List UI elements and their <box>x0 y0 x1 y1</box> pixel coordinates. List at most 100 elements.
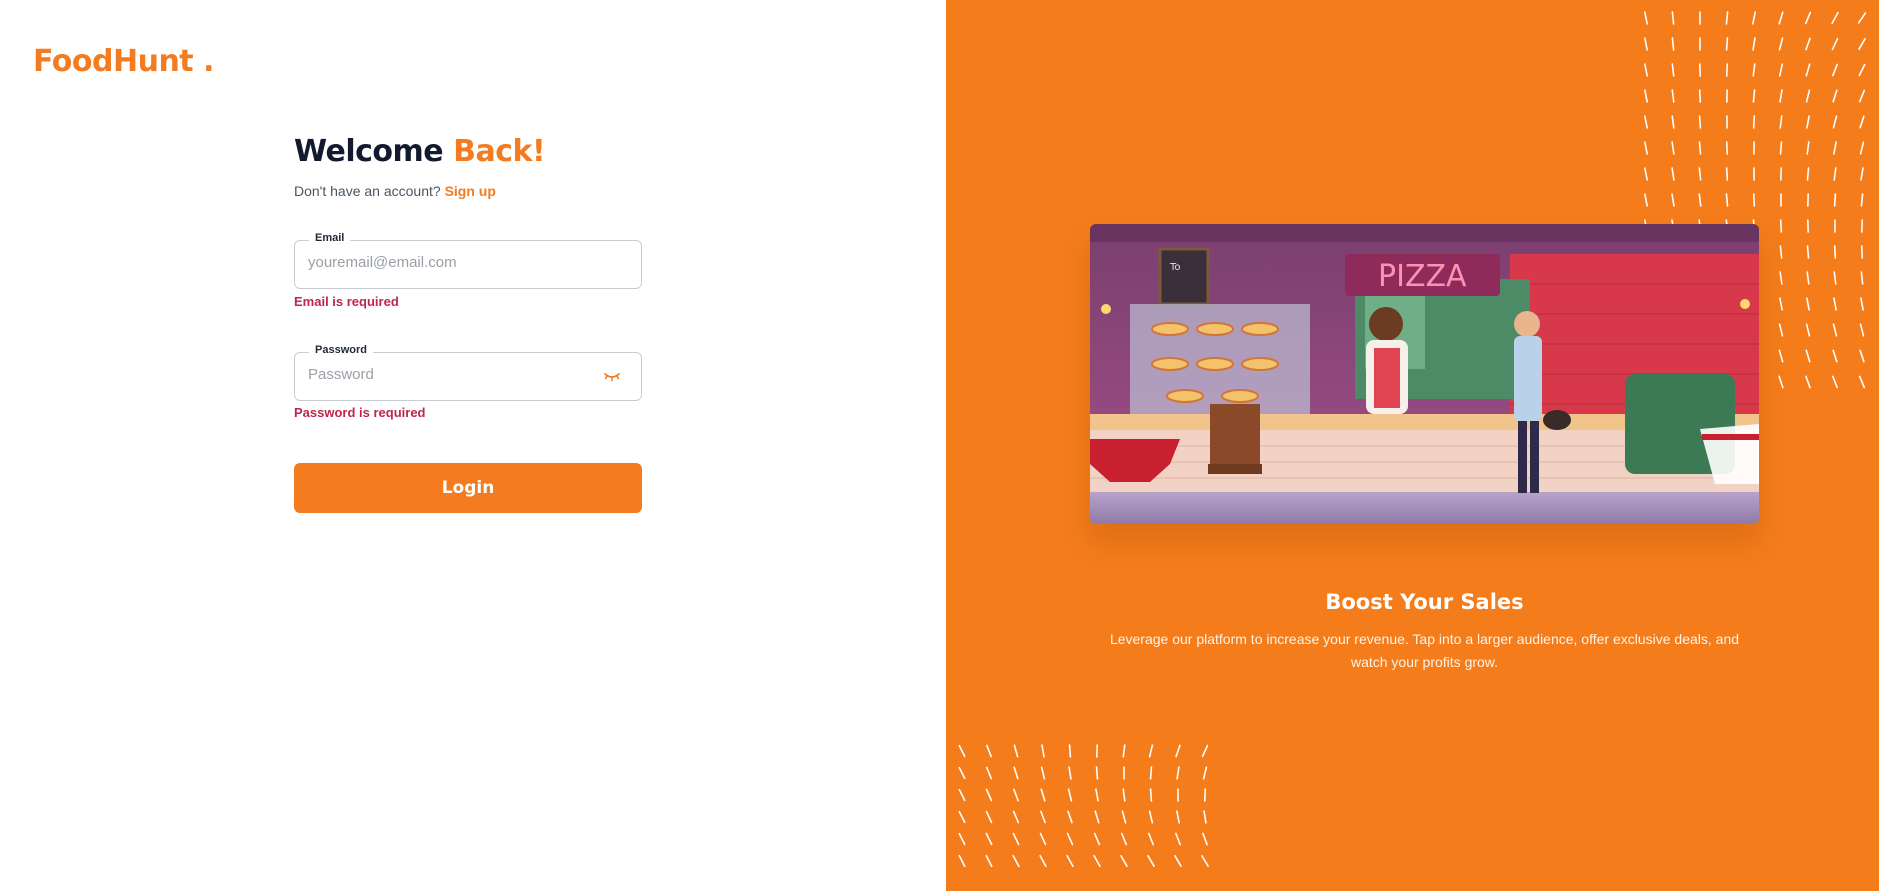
dash-mark <box>1698 89 1702 103</box>
dash-mark <box>958 832 966 846</box>
dash-mark <box>1832 89 1838 103</box>
dash-mark <box>1859 349 1865 363</box>
dash-mark <box>985 810 993 824</box>
dash-mark <box>1013 766 1019 780</box>
password-field[interactable]: Password <box>294 344 642 401</box>
dash-mark <box>1671 141 1675 155</box>
dash-mark <box>1858 63 1866 77</box>
email-label: Email <box>309 232 351 244</box>
dash-mark <box>1148 744 1154 758</box>
dash-mark <box>1147 832 1155 846</box>
dash-mark <box>1121 810 1127 824</box>
dash-mark <box>1778 323 1784 337</box>
dash-mark <box>1039 854 1047 868</box>
dash-mark <box>958 788 966 802</box>
dash-mark <box>1671 89 1675 103</box>
dash-mark <box>985 788 993 802</box>
brand-logo[interactable]: FoodHunt . <box>33 44 214 79</box>
dash-mark <box>1752 11 1756 25</box>
dash-mark <box>1779 297 1783 311</box>
dash-mark <box>1066 832 1074 846</box>
dash-mark <box>1644 193 1648 207</box>
dash-mark <box>1698 193 1702 207</box>
email-field[interactable]: Email <box>294 232 642 289</box>
dash-mark <box>1858 89 1866 103</box>
dash-mark <box>1095 788 1099 802</box>
promo-panel: To PIZZA Boost Your Sales Leverage our p… <box>946 0 1879 891</box>
login-button[interactable]: Login <box>294 463 642 513</box>
dash-mark <box>1725 63 1729 77</box>
dash-mark <box>1831 37 1839 51</box>
dash-mark <box>1778 11 1784 25</box>
dash-mark <box>1832 323 1838 337</box>
password-error: Password is required <box>294 405 426 420</box>
dash-mark <box>1806 141 1810 155</box>
dash-mark <box>1752 193 1756 207</box>
svg-text:To: To <box>1169 262 1181 273</box>
dash-mark <box>1833 141 1837 155</box>
dash-mark <box>1858 38 1866 50</box>
dash-mark <box>1095 766 1099 780</box>
dash-mark <box>1201 744 1209 758</box>
dash-mark <box>1857 12 1867 24</box>
dash-mark <box>1752 115 1756 129</box>
dash-mark <box>1040 788 1046 802</box>
title-accent: Back! <box>453 134 546 169</box>
brand-name: FoodHunt <box>33 44 194 79</box>
dash-mark <box>1833 245 1837 259</box>
signup-prompt: Don't have an account? <box>294 183 441 199</box>
dash-mark <box>1805 63 1811 77</box>
dash-mark <box>1725 193 1729 207</box>
dash-mark <box>1805 349 1811 363</box>
dash-mark <box>1805 89 1811 103</box>
eye-closed-icon[interactable] <box>603 369 621 383</box>
dash-mark <box>1120 854 1128 868</box>
signup-link[interactable]: Sign up <box>445 183 496 199</box>
dash-mark <box>1671 193 1675 207</box>
email-input[interactable] <box>308 254 588 271</box>
dash-mark <box>1175 744 1181 758</box>
dash-mark <box>1779 89 1783 103</box>
dash-mark <box>1093 832 1101 846</box>
dash-mark <box>1725 37 1729 51</box>
dash-mark <box>1725 167 1729 181</box>
dash-mark <box>1806 271 1810 285</box>
brand-dot: . <box>203 44 214 79</box>
dash-mark <box>1725 11 1729 25</box>
dash-mark <box>1833 193 1837 207</box>
dash-mark <box>1779 219 1783 233</box>
dash-mark <box>1671 167 1675 181</box>
dash-mark <box>1013 744 1019 758</box>
dash-mark <box>1778 63 1784 77</box>
neon-sign-text: PIZZA <box>1378 259 1467 294</box>
dash-mark <box>1779 141 1783 155</box>
dash-pattern-decoration <box>958 744 1209 868</box>
dash-mark <box>1833 297 1837 311</box>
dash-mark <box>1859 323 1865 337</box>
password-input[interactable] <box>308 366 588 383</box>
dash-mark <box>1202 766 1208 780</box>
dash-mark <box>1698 167 1702 181</box>
dash-mark <box>1779 245 1783 259</box>
dash-mark <box>1039 832 1047 846</box>
login-panel: FoodHunt . Welcome Back! Don't have an a… <box>0 0 946 891</box>
dash-mark <box>1858 375 1866 389</box>
dash-mark <box>1175 832 1181 846</box>
dash-mark <box>1832 115 1838 129</box>
dash-mark <box>1831 11 1839 25</box>
dash-mark <box>1831 63 1839 77</box>
dash-mark <box>985 854 993 868</box>
dash-mark <box>1671 63 1675 77</box>
dash-mark <box>986 744 992 758</box>
dash-mark <box>1203 810 1207 824</box>
email-error: Email is required <box>294 294 399 309</box>
dash-mark <box>1068 744 1072 758</box>
pizzeria-illustration: To PIZZA <box>1090 224 1759 524</box>
dash-mark <box>1806 115 1810 129</box>
dash-mark <box>1094 810 1100 824</box>
dash-mark <box>1176 810 1180 824</box>
dash-mark <box>1698 115 1702 129</box>
dash-mark <box>1805 375 1811 389</box>
login-form: Welcome Back! Don't have an account? Sig… <box>294 134 642 513</box>
dash-mark <box>1860 297 1864 311</box>
